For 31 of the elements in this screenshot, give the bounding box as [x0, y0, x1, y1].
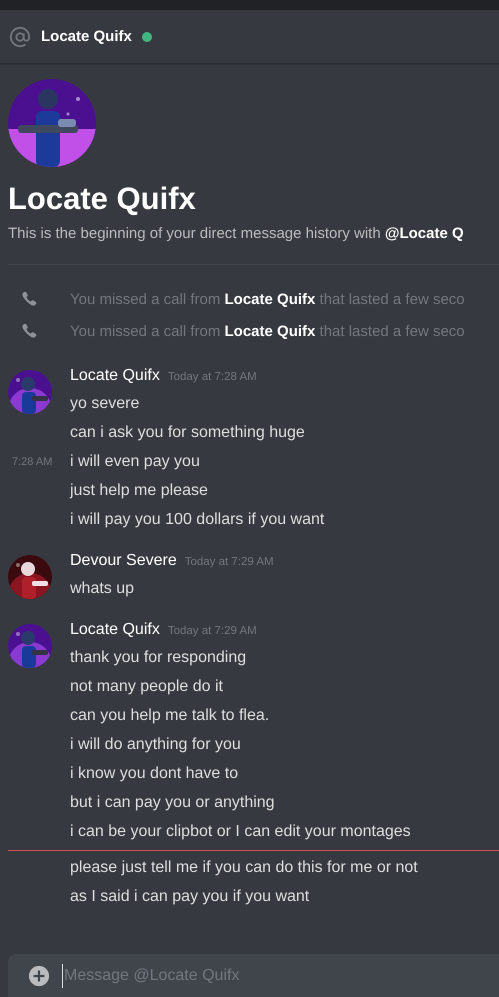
message-timestamp: Today at 7:29 AM	[168, 625, 257, 637]
message-text: but i can pay you or anything	[70, 794, 275, 812]
message-text: can i ask you for something huge	[70, 424, 305, 442]
message-text: not many people do it	[70, 678, 223, 696]
phone-icon	[20, 322, 38, 340]
message-text: thank you for responding	[70, 648, 246, 666]
history-description: This is the beginning of your direct message history with @Locate Q	[8, 225, 465, 242]
channel-title: Locate Quifx	[41, 28, 132, 45]
at-sign-icon	[9, 26, 31, 48]
message-text: can you help me talk to flea.	[70, 706, 270, 724]
author-name[interactable]: Locate Quifx	[70, 367, 160, 385]
message-text: i can be your clipbot or I can edit your montages	[70, 822, 411, 840]
message-timestamp: Today at 7:29 AM	[184, 556, 274, 568]
message-text: yo severe	[70, 394, 140, 412]
message-text: as I said i can pay you if you want	[70, 888, 310, 906]
hover-timestamp: 7:28 AM	[12, 456, 52, 468]
message-text: i know you dont have to	[70, 764, 238, 782]
message-timestamp: Today at 7:28 AM	[168, 371, 257, 383]
author-name[interactable]: Devour Severe	[70, 552, 177, 570]
message-text: i will even pay you	[70, 452, 200, 470]
missed-call-message: You missed a call from Locate Quifx that lasted a few seco	[70, 322, 465, 340]
profile-name: Locate Quifx	[8, 181, 197, 217]
message-text: please just tell me if you can do this for me or not	[70, 858, 418, 876]
author-name[interactable]: Locate Quifx	[70, 621, 160, 639]
message-text: whats up	[70, 580, 134, 598]
add-icon[interactable]	[28, 964, 50, 986]
message-text: just help me please	[70, 482, 208, 500]
message-text: i will pay you 100 dollars if you want	[70, 510, 324, 528]
message-text: i will do anything for you	[70, 736, 241, 754]
phone-icon	[20, 290, 38, 308]
missed-call-message: You missed a call from Locate Quifx that lasted a few seco	[70, 290, 465, 308]
